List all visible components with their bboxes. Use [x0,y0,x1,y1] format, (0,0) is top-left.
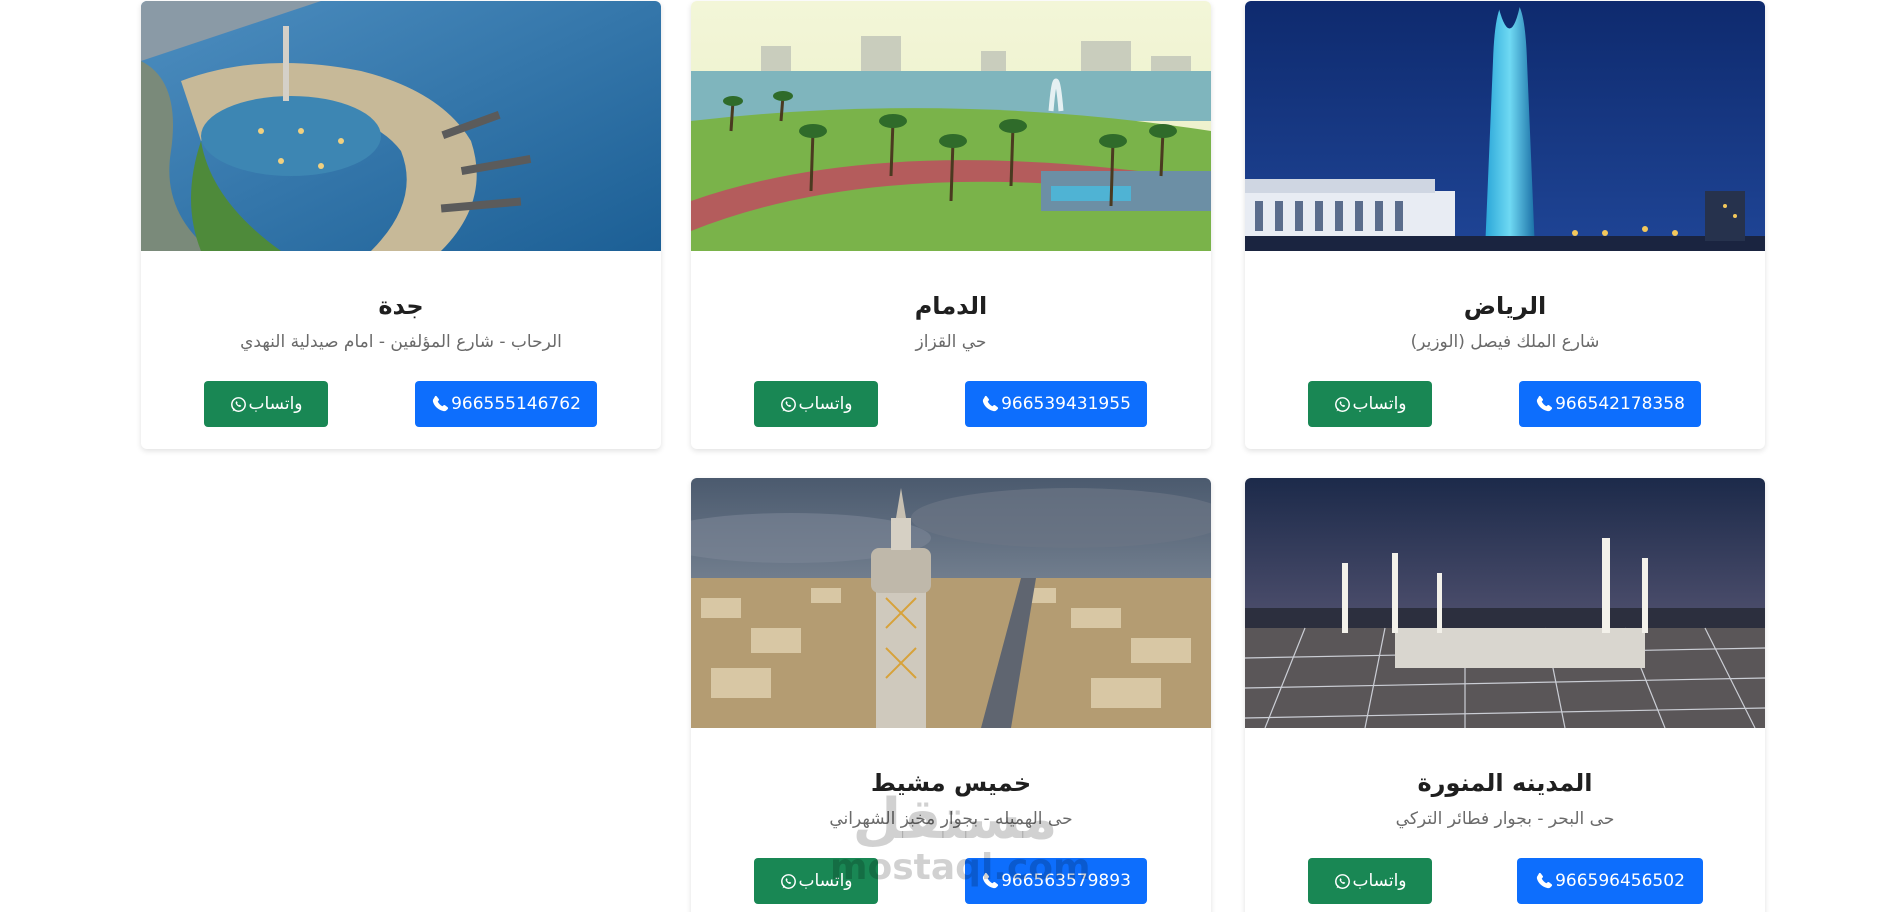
call-button[interactable]: 966596456502 [1517,858,1703,904]
phone-icon [981,395,999,413]
branch-image [141,1,661,251]
whatsapp-icon [1334,873,1351,890]
branch-body: خميس مشيط حى الهميله - بجوار مخبز الشهرا… [691,728,1211,912]
branch-card: الدمام حي القزاز 966539431955 واتساب [691,1,1211,449]
whatsapp-button[interactable]: واتساب [754,381,878,427]
branch-city: الرياض [1463,292,1547,320]
call-button[interactable]: 966542178358 [1519,381,1701,427]
branch-address: شارع الملك فيصل (الوزير) [1410,332,1600,352]
branch-city: الدمام [914,292,988,320]
branch-body: الدمام حي القزاز 966539431955 واتساب [691,251,1211,449]
whatsapp-label: واتساب [798,871,853,891]
branches-page: الرياض شارع الملك فيصل (الوزير) 96654217… [0,0,1902,912]
whatsapp-label: واتساب [1352,871,1407,891]
branch-card: جدة الرحاب - شارع المؤلفين - امام صيدلية… [141,1,661,449]
whatsapp-button[interactable]: واتساب [1308,858,1432,904]
branch-address: الرحاب - شارع المؤلفين - امام صيدلية الن… [240,332,562,352]
phone-number: 966555146762 [451,394,581,414]
whatsapp-button[interactable]: واتساب [204,381,328,427]
branch-body: جدة الرحاب - شارع المؤلفين - امام صيدلية… [141,251,661,449]
phone-number: 966596456502 [1555,871,1685,891]
whatsapp-icon [780,396,797,413]
branch-card: الرياض شارع الملك فيصل (الوزير) 96654217… [1245,1,1765,449]
phone-number: 966563579893 [1001,871,1131,891]
branch-city: خميس مشيط [870,769,1032,797]
phone-number: 966539431955 [1001,394,1131,414]
branch-image [691,1,1211,251]
whatsapp-button[interactable]: واتساب [754,858,878,904]
branch-body: الرياض شارع الملك فيصل (الوزير) 96654217… [1245,251,1765,449]
whatsapp-label: واتساب [798,394,853,414]
whatsapp-label: واتساب [1352,394,1407,414]
branch-city: جدة [378,292,424,320]
phone-icon [981,872,999,890]
phone-icon [431,395,449,413]
phone-icon [1535,395,1553,413]
whatsapp-icon [1334,396,1351,413]
branch-card: المدينه المنورة حى البحر - بجوار فطائر ا… [1245,478,1765,912]
whatsapp-icon [780,873,797,890]
branch-image [1245,1,1765,251]
branch-address: حى الهميله - بجوار مخبز الشهراني [829,809,1073,829]
whatsapp-icon [230,396,247,413]
branch-address: حى البحر - بجوار فطائر التركي [1395,809,1615,829]
branch-body: المدينه المنورة حى البحر - بجوار فطائر ا… [1245,728,1765,912]
branch-image [691,478,1211,728]
phone-icon [1535,872,1553,890]
call-button[interactable]: 966539431955 [965,381,1147,427]
branch-image [1245,478,1765,728]
branch-address: حي القزاز [915,332,987,352]
phone-number: 966542178358 [1555,394,1685,414]
whatsapp-label: واتساب [248,394,303,414]
branch-city: المدينه المنورة [1417,769,1593,797]
branch-card: خميس مشيط حى الهميله - بجوار مخبز الشهرا… [691,478,1211,912]
whatsapp-button[interactable]: واتساب [1308,381,1432,427]
call-button[interactable]: 966563579893 [965,858,1147,904]
call-button[interactable]: 966555146762 [415,381,597,427]
